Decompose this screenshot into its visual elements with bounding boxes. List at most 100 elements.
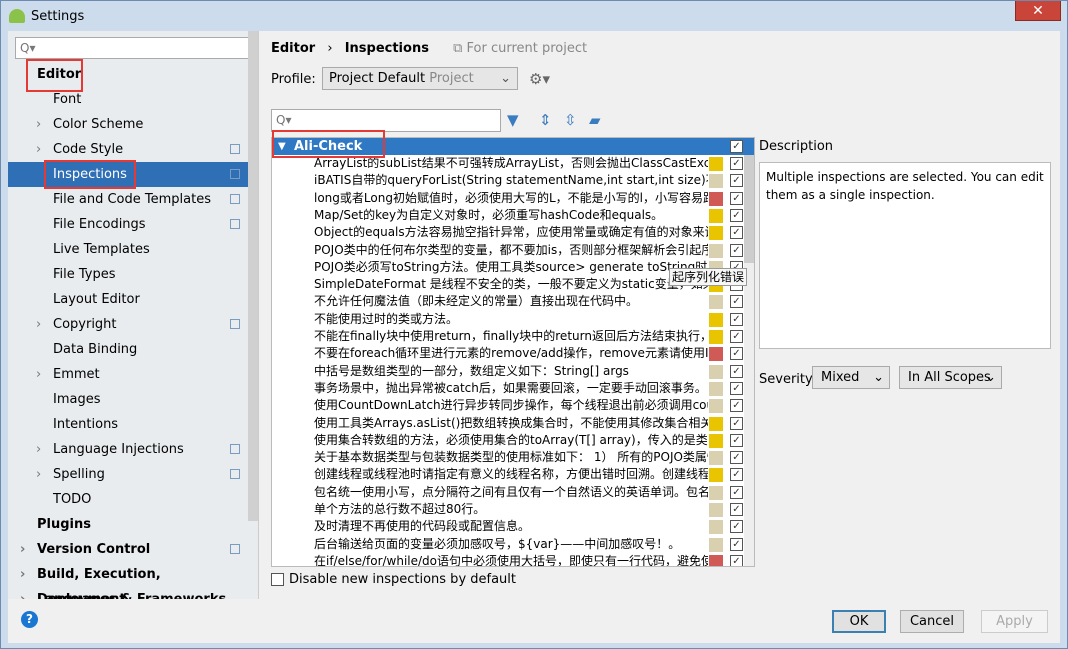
sidebar-item[interactable]: ›Spelling: [8, 462, 248, 487]
chevron-right-icon[interactable]: ›: [36, 137, 41, 162]
help-icon[interactable]: ?: [21, 611, 38, 628]
expand-all-icon[interactable]: ⇕: [539, 111, 552, 129]
inspection-checkbox[interactable]: ✓: [730, 451, 743, 464]
inspection-row[interactable]: iBATIS自带的queryForList(String statementNa…: [272, 172, 742, 189]
chevron-right-icon[interactable]: ›: [36, 462, 41, 487]
inspection-checkbox[interactable]: ✓: [730, 157, 743, 170]
inspection-row[interactable]: Object的equals方法容易抛空指针异常，应使用常量或确定有值的对象来调用…: [272, 224, 742, 241]
inspection-row[interactable]: 不能在finally块中使用return，finally块中的return返回后…: [272, 328, 742, 345]
sidebar-item[interactable]: ›Color Scheme: [8, 112, 248, 137]
inspection-checkbox[interactable]: ✓: [730, 226, 743, 239]
filter-icon[interactable]: ▼: [507, 111, 519, 129]
inspection-checkbox[interactable]: ✓: [730, 244, 743, 257]
scope-dropdown[interactable]: In All Scopes⌄: [899, 366, 1002, 389]
inspection-row[interactable]: 包名统一使用小写，点分隔符之间有且仅有一个自然语义的英语单词。包名统一使用单数形…: [272, 484, 742, 501]
sidebar-item[interactable]: Images: [8, 387, 248, 412]
sidebar-item[interactable]: ›Code Style: [8, 137, 248, 162]
inspection-checkbox[interactable]: ✓: [730, 538, 743, 551]
sidebar-item[interactable]: ›Emmet: [8, 362, 248, 387]
inspection-row[interactable]: 事务场景中，抛出异常被catch后，如果需要回滚，一定要手动回滚事务。✓: [272, 380, 742, 397]
severity-dropdown[interactable]: Mixed⌄: [812, 366, 890, 389]
inspection-row[interactable]: 单个方法的总行数不超过80行。✓: [272, 501, 742, 518]
inspection-row[interactable]: POJO类中的任何布尔类型的变量，都不要加is，否则部分框架解析会引起序列化错误…: [272, 242, 742, 259]
inspection-search-input[interactable]: Q▾: [271, 109, 501, 132]
chevron-right-icon[interactable]: ›: [20, 587, 25, 599]
sidebar-item-label: Intentions: [53, 412, 118, 437]
sidebar-item[interactable]: File Types: [8, 262, 248, 287]
chevron-right-icon[interactable]: ›: [36, 362, 41, 387]
inspection-checkbox[interactable]: ✓: [730, 330, 743, 343]
cancel-button[interactable]: Cancel: [900, 610, 964, 633]
inspection-row[interactable]: 在if/else/for/while/do语句中必须使用大括号，即使只有一行代码…: [272, 553, 742, 567]
inspection-checkbox[interactable]: ✓: [730, 486, 743, 499]
sidebar-scrollbar[interactable]: [248, 31, 258, 521]
inspection-row[interactable]: long或者Long初始赋值时，必须使用大写的L，不能是小写的l，小写容易跟数字…: [272, 190, 742, 207]
collapse-all-icon[interactable]: ⇳: [564, 111, 577, 129]
sidebar-item[interactable]: File and Code Templates: [8, 187, 248, 212]
inspection-checkbox[interactable]: ✓: [730, 365, 743, 378]
sidebar-item[interactable]: ›Languages & Frameworks: [8, 587, 248, 599]
inspection-row[interactable]: 使用集合转数组的方法，必须使用集合的toArray(T[] array)，传入的…: [272, 432, 742, 449]
close-button[interactable]: ✕: [1015, 1, 1061, 21]
inspection-checkbox[interactable]: ✓: [730, 468, 743, 481]
chevron-right-icon[interactable]: ›: [20, 562, 25, 587]
inspection-row[interactable]: 使用工具类Arrays.asList()把数组转换成集合时，不能使用其修改集合相…: [272, 415, 742, 432]
inspection-checkbox[interactable]: ✓: [730, 382, 743, 395]
list-scrollbar[interactable]: [744, 155, 754, 567]
reset-eraser-icon[interactable]: ▰: [589, 111, 601, 129]
sidebar-search-input[interactable]: Q▾: [15, 37, 252, 59]
ok-button[interactable]: OK: [832, 610, 886, 633]
inspection-row[interactable]: Map/Set的key为自定义对象时，必须重写hashCode和equals。✓: [272, 207, 742, 224]
sidebar-item[interactable]: ›Build, Execution, Deployment: [8, 562, 248, 587]
checkbox[interactable]: [271, 573, 284, 586]
inspection-row[interactable]: 后台输送给页面的变量必须加感叹号，${var}——中间加感叹号！。✓: [272, 536, 742, 553]
chevron-right-icon[interactable]: ›: [36, 112, 41, 137]
inspection-checkbox[interactable]: ✓: [730, 520, 743, 533]
inspection-checkbox[interactable]: ✓: [730, 555, 743, 567]
inspection-row[interactable]: 关于基本数据类型与包装数据类型的使用标准如下： 1） 所有的POJO类属性必须使…: [272, 449, 742, 466]
inspection-checkbox[interactable]: ✓: [730, 174, 743, 187]
inspection-checkbox[interactable]: ✓: [730, 313, 743, 326]
inspection-checkbox[interactable]: ✓: [730, 295, 743, 308]
sidebar-item-label: Images: [53, 387, 101, 412]
sidebar-item[interactable]: Layout Editor: [8, 287, 248, 312]
inspection-checkbox[interactable]: ✓: [730, 347, 743, 360]
inspection-checkbox[interactable]: ✓: [730, 209, 743, 222]
breadcrumb-editor[interactable]: Editor: [271, 41, 315, 56]
inspection-row[interactable]: 及时清理不再使用的代码段或配置信息。 ✓: [272, 518, 742, 535]
chevron-right-icon[interactable]: ›: [36, 437, 41, 462]
inspection-row[interactable]: 不能使用过时的类或方法。✓: [272, 311, 742, 328]
group-checkbox[interactable]: ✓: [730, 140, 743, 153]
inspection-row[interactable]: 不允许任何魔法值（即未经定义的常量）直接出现在代码中。✓: [272, 293, 742, 310]
inspection-row[interactable]: 不要在foreach循环里进行元素的remove/add操作，remove元素请…: [272, 345, 742, 362]
chevron-down-icon: ⌄: [873, 367, 884, 388]
sidebar-item[interactable]: TODO: [8, 487, 248, 512]
inspection-checkbox[interactable]: ✓: [730, 399, 743, 412]
sidebar-item[interactable]: ›Language Injections: [8, 437, 248, 462]
inspection-row[interactable]: 使用CountDownLatch进行异步转同步操作，每个线程退出前必须调用cou…: [272, 397, 742, 414]
inspection-checkbox[interactable]: ✓: [730, 503, 743, 516]
inspection-name: 及时清理不再使用的代码段或配置信息。: [314, 518, 708, 535]
inspection-checkbox[interactable]: ✓: [730, 417, 743, 430]
disable-new-inspections-checkbox[interactable]: Disable new inspections by default: [271, 572, 516, 587]
sidebar-item[interactable]: Data Binding: [8, 337, 248, 362]
apply-button[interactable]: Apply: [981, 610, 1048, 633]
project-scope-icon: [230, 469, 240, 479]
severity-marker: [709, 192, 723, 206]
gear-icon[interactable]: ⚙▾: [529, 70, 550, 88]
inspection-name: 使用工具类Arrays.asList()把数组转换成集合时，不能使用其修改集合相…: [314, 415, 708, 432]
inspection-checkbox[interactable]: ✓: [730, 434, 743, 447]
inspection-checkbox[interactable]: ✓: [730, 192, 743, 205]
sidebar-item[interactable]: Intentions: [8, 412, 248, 437]
sidebar-item[interactable]: Plugins: [8, 512, 248, 537]
chevron-right-icon[interactable]: ›: [36, 312, 41, 337]
sidebar-item[interactable]: ›Copyright: [8, 312, 248, 337]
chevron-right-icon[interactable]: ›: [20, 537, 25, 562]
scope-value: In All Scopes: [908, 370, 991, 385]
sidebar-item[interactable]: ›Version Control: [8, 537, 248, 562]
sidebar-item[interactable]: Live Templates: [8, 237, 248, 262]
profile-dropdown[interactable]: Project Default Project ⌄: [322, 67, 518, 90]
inspection-row[interactable]: 创建线程或线程池时请指定有意义的线程名称，方便出错时回溯。创建线程池的时候✓: [272, 466, 742, 483]
inspection-row[interactable]: 中括号是数组类型的一部分，数组定义如下：String[] args✓: [272, 363, 742, 380]
sidebar-item[interactable]: File Encodings: [8, 212, 248, 237]
